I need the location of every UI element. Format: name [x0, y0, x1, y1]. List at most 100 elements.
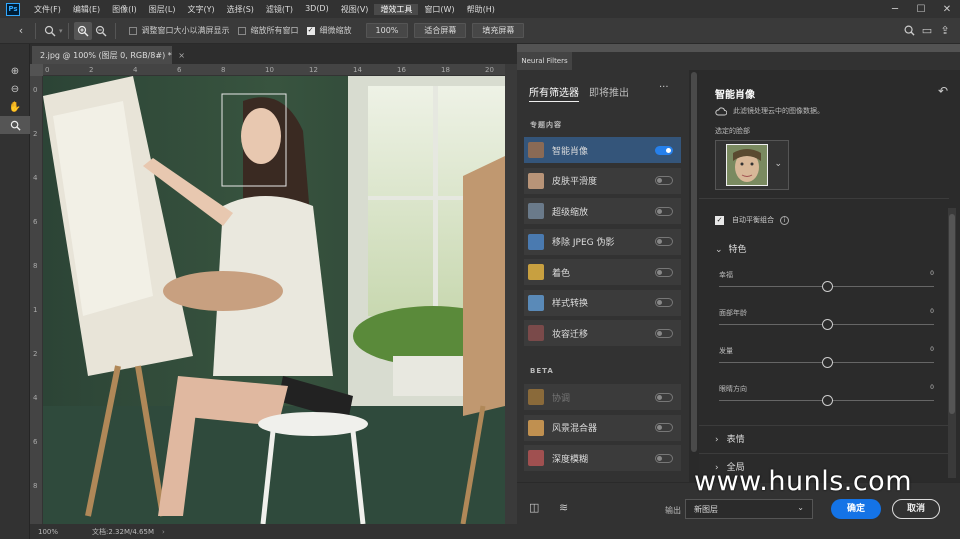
resize-windows-checkbox[interactable]: 调整窗口大小以满屏显示 — [128, 25, 230, 36]
slider-handle[interactable] — [821, 357, 833, 368]
checkbox-box[interactable] — [128, 26, 137, 35]
layers-icon[interactable]: ≋ — [559, 501, 568, 514]
ruler-tick-label: 2 — [89, 66, 94, 74]
menu-item[interactable]: 3D(D) — [299, 4, 335, 15]
menu-item[interactable]: 文件(F) — [28, 4, 67, 15]
face-selector-dropdown[interactable]: ⌄ — [715, 140, 789, 190]
minimize-icon[interactable]: ─ — [882, 4, 908, 15]
ruler-tick-label: 0 — [45, 66, 50, 74]
zoom-out-tool-icon[interactable]: ⊖ — [0, 80, 30, 98]
chevron-down-icon[interactable]: ⌄ — [774, 159, 782, 169]
ruler-tick-label: 18 — [441, 66, 450, 74]
document-canvas[interactable] — [43, 76, 505, 524]
filter-item[interactable]: 协调 — [524, 384, 681, 410]
close-tab-icon[interactable]: × — [178, 51, 185, 60]
filter-toggle[interactable] — [655, 145, 673, 155]
fill-screen-button[interactable]: 填充屏幕 — [472, 23, 525, 38]
zoom-tool-icon[interactable] — [0, 116, 30, 134]
menu-item[interactable]: 增效工具 — [374, 3, 419, 15]
dropdown-icon[interactable]: ▾ — [59, 27, 63, 35]
slider-handle[interactable] — [821, 281, 833, 292]
menu-item[interactable]: 选择(S) — [221, 4, 260, 15]
zoom-tool-icon[interactable] — [41, 22, 59, 40]
more-menu-icon[interactable]: ··· — [659, 82, 669, 93]
zoom-level-field[interactable]: 100% — [365, 23, 409, 38]
menu-item[interactable]: 图像(I) — [106, 4, 143, 15]
neural-filters-tab[interactable]: Neural Filters — [517, 52, 572, 70]
slider-handle[interactable] — [821, 319, 833, 330]
menu-item[interactable]: 帮助(H) — [461, 4, 501, 15]
ruler-tick-label: 2 — [33, 130, 38, 138]
slider-handle[interactable] — [821, 395, 833, 406]
scroll-thumb[interactable] — [949, 214, 955, 414]
filter-thumbnail-icon — [528, 294, 544, 311]
status-menu-arrow-icon[interactable]: › — [162, 528, 165, 536]
status-bar: 100% 文档:2.32M/4.65M › — [30, 524, 517, 539]
filter-item[interactable]: 智能肖像 — [524, 137, 681, 163]
filter-item[interactable]: 着色 — [524, 259, 681, 285]
filter-toggle[interactable] — [655, 423, 673, 432]
filter-item[interactable]: 深度模糊 — [524, 445, 681, 471]
filter-toggle[interactable] — [655, 176, 673, 185]
ruler-tick-label: 8 — [33, 482, 38, 490]
document-tab[interactable]: 2.jpg @ 100% (图层 0, RGB/8#) * × — [32, 46, 185, 64]
filter-item[interactable]: 妆容迁移 — [524, 320, 681, 346]
filter-item[interactable]: 移除 JPEG 伪影 — [524, 228, 681, 255]
filter-toggle[interactable] — [655, 237, 673, 246]
checkbox-checked-icon[interactable]: ✓ — [715, 215, 724, 225]
detail-scrollbar[interactable] — [948, 208, 956, 478]
features-section-header[interactable]: ⌄ 特色 — [715, 242, 747, 255]
zoom-in-icon[interactable] — [73, 21, 92, 40]
filter-item[interactable]: 样式转换 — [524, 289, 681, 316]
auto-balance-checkbox[interactable]: ✓ 自动平衡组合 i — [715, 215, 789, 225]
filter-toggle[interactable] — [655, 392, 673, 402]
filter-item[interactable]: 超级缩放 — [524, 198, 681, 224]
checkbox-box[interactable] — [237, 26, 246, 35]
tab-all-filters[interactable]: 所有筛选器 — [529, 84, 579, 102]
filter-toggle[interactable] — [655, 267, 673, 277]
menu-item[interactable]: 视图(V) — [335, 4, 375, 15]
section-expression[interactable]: › 表情 — [699, 425, 949, 453]
share-icon[interactable]: ⇪ — [936, 22, 954, 40]
checkbox-box-checked[interactable]: ✓ — [306, 26, 315, 35]
menu-item[interactable]: 文字(Y) — [181, 4, 220, 15]
feature-slider: 幸福 0 — [719, 270, 934, 304]
tab-coming-soon[interactable]: 即将推出 — [589, 84, 629, 99]
back-icon[interactable]: ‹ — [12, 22, 30, 40]
ok-button[interactable]: 确定 — [831, 499, 881, 519]
zoom-in-tool-icon[interactable]: ⊕ — [0, 62, 30, 80]
filter-list-scrollbar[interactable] — [689, 70, 699, 482]
maximize-icon[interactable]: ☐ — [908, 4, 934, 15]
menu-item[interactable]: 编辑(E) — [67, 4, 106, 15]
filter-toggle[interactable] — [655, 206, 673, 216]
filter-label: 移除 JPEG 伪影 — [552, 238, 615, 248]
filter-item[interactable]: 风景混合器 — [524, 414, 681, 441]
scrubby-zoom-checkbox[interactable]: ✓ 细微缩放 — [306, 25, 352, 36]
fit-screen-button[interactable]: 适合屏幕 — [414, 23, 467, 38]
compare-icon[interactable]: ◫ — [529, 501, 539, 514]
filter-toggle[interactable] — [655, 453, 673, 463]
menu-item[interactable]: 滤镜(T) — [260, 4, 299, 15]
close-icon[interactable]: ✕ — [934, 4, 960, 15]
filter-toggle[interactable] — [655, 298, 673, 307]
search-icon[interactable] — [900, 22, 918, 40]
menu-item[interactable]: 窗口(W) — [418, 4, 460, 15]
hand-tool-icon[interactable]: ✋ — [0, 98, 30, 116]
ruler-tick-label: 20 — [485, 66, 494, 74]
filter-item[interactable]: 皮肤平滑度 — [524, 167, 681, 194]
slider-label: 面部年龄 — [719, 309, 747, 317]
zoom-all-windows-checkbox[interactable]: 缩放所有窗口 — [237, 25, 299, 36]
zoom-out-icon[interactable] — [92, 22, 110, 40]
menu-item[interactable]: 图层(L) — [143, 4, 182, 15]
reset-icon[interactable]: ↶ — [938, 84, 948, 98]
divider — [67, 22, 69, 39]
scroll-thumb[interactable] — [691, 72, 697, 452]
canvas-vertical-scrollbar[interactable] — [505, 64, 517, 524]
ruler-tick-label: 8 — [33, 262, 38, 270]
filter-toggle[interactable] — [655, 328, 673, 338]
info-icon[interactable]: i — [780, 215, 789, 225]
cancel-button[interactable]: 取消 — [892, 499, 940, 519]
zoom-level-status[interactable]: 100% — [38, 528, 58, 536]
output-select[interactable]: 新图层 ⌄ — [685, 499, 813, 519]
workspace-icon[interactable]: ▭ — [918, 22, 936, 40]
